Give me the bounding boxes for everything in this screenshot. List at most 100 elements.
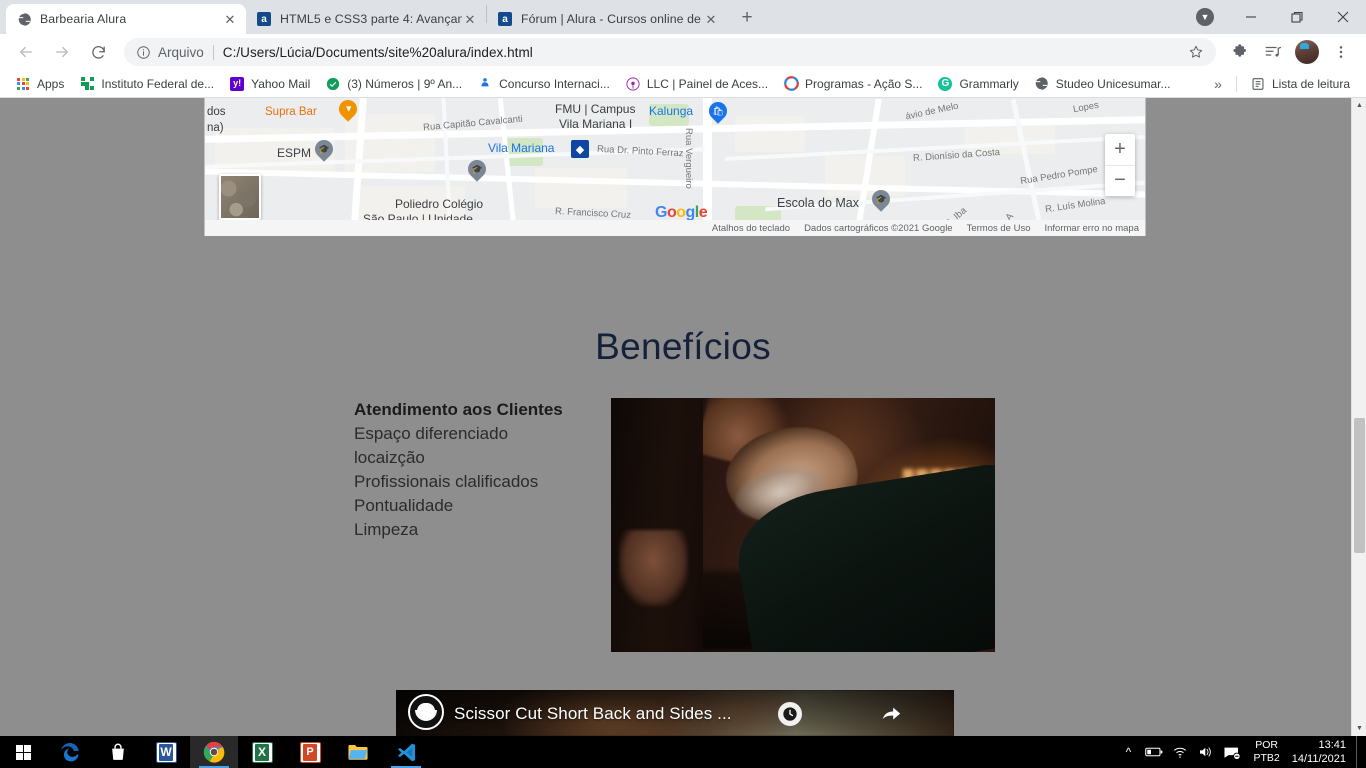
scroll-down-arrow-icon[interactable]: ▼ bbox=[1352, 721, 1366, 736]
show-desktop-button[interactable] bbox=[1356, 736, 1362, 768]
tab-close-icon[interactable]: ✕ bbox=[703, 11, 719, 27]
studeo-icon bbox=[1034, 76, 1050, 92]
map-label: ávio de Melo bbox=[904, 100, 960, 123]
bookmark-llc-painel[interactable]: LLC | Painel de Aces... bbox=[618, 73, 775, 95]
taskbar-microsoft-edge-icon[interactable] bbox=[46, 736, 94, 768]
bookmark-yahoo-mail[interactable]: y! Yahoo Mail bbox=[222, 73, 317, 95]
map-label: R. Luís Molina bbox=[1044, 195, 1107, 216]
address-bar[interactable]: Arquivo C:/Users/Lúcia/Documents/site%20… bbox=[124, 38, 1216, 66]
scroll-up-arrow-icon[interactable]: ▲ bbox=[1352, 98, 1366, 113]
maximize-button[interactable] bbox=[1274, 0, 1320, 34]
programas-icon bbox=[783, 76, 799, 92]
new-tab-button[interactable]: + bbox=[733, 4, 761, 32]
tab-strip: Barbearia Alura ✕ a HTML5 e CSS3 parte 4… bbox=[0, 0, 761, 34]
bookmark-instituto-federal[interactable]: Instituto Federal de... bbox=[72, 73, 221, 95]
map-metro-badge-vila-mariana[interactable]: ◆ bbox=[571, 140, 589, 158]
omnibox-scheme-label: Arquivo bbox=[158, 44, 204, 60]
minimize-button[interactable] bbox=[1228, 0, 1274, 34]
browser-tab-3[interactable]: a Fórum | Alura - Cursos online de ✕ bbox=[487, 4, 727, 34]
browser-tab-2[interactable]: a HTML5 e CSS3 parte 4: Avançand ✕ bbox=[246, 4, 486, 34]
bookmark-label: Apps bbox=[37, 76, 65, 91]
concurso-icon bbox=[477, 76, 493, 92]
tray-expand-chevron-icon[interactable]: ^ bbox=[1115, 736, 1141, 768]
reading-list-label: Lista de leitura bbox=[1271, 76, 1350, 91]
map-label: Lopes bbox=[1072, 99, 1100, 116]
volume-icon[interactable] bbox=[1193, 736, 1219, 768]
taskbar-file-explorer-icon[interactable] bbox=[334, 736, 382, 768]
clock-icon[interactable] bbox=[778, 702, 802, 726]
taskbar-microsoft-excel-icon[interactable]: X bbox=[238, 736, 286, 768]
map-terms-link[interactable]: Termos de Uso bbox=[967, 223, 1031, 234]
google-map-embed[interactable]: dos na) Supra Bar Rua Capitão Cavalcanti… bbox=[204, 98, 1146, 236]
globe-icon bbox=[16, 11, 32, 27]
youtube-video-embed[interactable]: Scissor Cut Short Back and Sides ... bbox=[396, 690, 954, 736]
map-pin-kalunga[interactable]: 🛍 bbox=[705, 98, 731, 126]
share-arrow-icon[interactable] bbox=[880, 704, 902, 724]
map-zoom-controls[interactable]: + − bbox=[1105, 134, 1135, 196]
tab-close-icon[interactable]: ✕ bbox=[462, 11, 478, 27]
download-indicator-icon[interactable]: ▼ bbox=[1182, 0, 1228, 34]
map-label: Rua Pedro Pompe bbox=[1019, 163, 1099, 188]
info-circle-icon[interactable] bbox=[136, 45, 151, 60]
battery-icon[interactable] bbox=[1141, 736, 1167, 768]
language-indicator[interactable]: POR PTB2 bbox=[1245, 736, 1287, 768]
taskbar-microsoft-store-icon[interactable] bbox=[94, 736, 142, 768]
map-pin-espm[interactable]: 🎓 bbox=[311, 136, 337, 164]
bookmark-label: Studeo Unicesumar... bbox=[1055, 76, 1171, 91]
scrollbar-thumb[interactable] bbox=[1354, 418, 1365, 553]
map-pin-escola-do-max[interactable]: 🎓 bbox=[868, 186, 894, 214]
bookmarks-bar: Apps Instituto Federal de... y! Yahoo Ma… bbox=[0, 70, 1366, 98]
bookmark-grammarly[interactable]: G Grammarly bbox=[930, 73, 1025, 95]
close-button[interactable] bbox=[1320, 0, 1366, 34]
llc-icon bbox=[625, 76, 641, 92]
browser-tab-1[interactable]: Barbearia Alura ✕ bbox=[6, 4, 246, 34]
map-pin-poliedro[interactable]: 🎓 bbox=[464, 156, 490, 184]
apps-grid-icon bbox=[15, 76, 31, 92]
reload-button[interactable] bbox=[83, 37, 113, 67]
page-scrollbar[interactable]: ▲ ▼ bbox=[1351, 98, 1366, 736]
bookmark-star-icon[interactable] bbox=[1188, 44, 1204, 60]
windows-start-icon[interactable] bbox=[0, 736, 46, 768]
video-channel-avatar[interactable] bbox=[408, 694, 444, 730]
benefits-list: Atendimento aos Clientes Espaço diferenc… bbox=[354, 398, 604, 542]
taskbar-visual-studio-code-icon[interactable] bbox=[382, 736, 430, 768]
tab-title: HTML5 e CSS3 parte 4: Avançand bbox=[280, 12, 462, 26]
wifi-icon[interactable] bbox=[1167, 736, 1193, 768]
bookmark-label: LLC | Painel de Aces... bbox=[646, 76, 769, 91]
map-pin-supra-bar[interactable]: ▼ bbox=[335, 98, 361, 124]
map-label: FMU | Campus bbox=[555, 102, 636, 116]
back-button[interactable] bbox=[11, 37, 41, 67]
list-item: Pontualidade bbox=[354, 496, 454, 515]
page-viewport: dos na) Supra Bar Rua Capitão Cavalcanti… bbox=[0, 98, 1366, 736]
bookmark-studeo-unicesumar[interactable]: Studeo Unicesumar... bbox=[1027, 73, 1178, 95]
map-zoom-in-button[interactable]: + bbox=[1105, 134, 1135, 166]
forward-button[interactable] bbox=[47, 37, 77, 67]
media-playlist-icon[interactable] bbox=[1259, 38, 1287, 66]
map-zoom-out-button[interactable]: − bbox=[1105, 166, 1135, 197]
clock-date-widget[interactable]: 13:41 14/11/2021 bbox=[1288, 736, 1356, 768]
profile-avatar[interactable] bbox=[1295, 40, 1319, 64]
tab-close-icon[interactable]: ✕ bbox=[222, 11, 238, 27]
clock-time: 13:41 bbox=[1318, 739, 1346, 751]
map-footer: Atalhos do teclado Dados cartográficos ©… bbox=[205, 220, 1145, 236]
taskbar-microsoft-word-icon[interactable]: W bbox=[142, 736, 190, 768]
map-label: ESPM bbox=[277, 146, 312, 160]
bookmark-label: (3) Números | 9º An... bbox=[347, 76, 463, 91]
omnibox-divider bbox=[212, 44, 214, 60]
taskbar-google-chrome-icon[interactable] bbox=[190, 736, 238, 768]
bookmarks-overflow-button[interactable]: » bbox=[1206, 76, 1230, 92]
teams-icon bbox=[325, 76, 341, 92]
video-title[interactable]: Scissor Cut Short Back and Sides ... bbox=[454, 704, 732, 724]
bookmark-apps[interactable]: Apps bbox=[8, 73, 71, 95]
notifications-dnd-icon[interactable] bbox=[1219, 736, 1245, 768]
taskbar-microsoft-powerpoint-icon[interactable]: P bbox=[286, 736, 334, 768]
map-keyboard-shortcuts-link[interactable]: Atalhos do teclado bbox=[712, 223, 790, 234]
bookmark-programas[interactable]: Programas - Ação S... bbox=[776, 73, 929, 95]
bookmark-concurso[interactable]: Concurso Internaci... bbox=[470, 73, 617, 95]
three-dot-menu-icon[interactable] bbox=[1327, 38, 1355, 66]
extensions-puzzle-icon[interactable] bbox=[1225, 38, 1253, 66]
reading-list-button[interactable]: Lista de leitura bbox=[1243, 73, 1357, 95]
map-street-view-thumbnail[interactable] bbox=[219, 174, 261, 220]
map-report-error-link[interactable]: Informar erro no mapa bbox=[1044, 223, 1139, 234]
bookmark-numeros[interactable]: (3) Números | 9º An... bbox=[318, 73, 469, 95]
